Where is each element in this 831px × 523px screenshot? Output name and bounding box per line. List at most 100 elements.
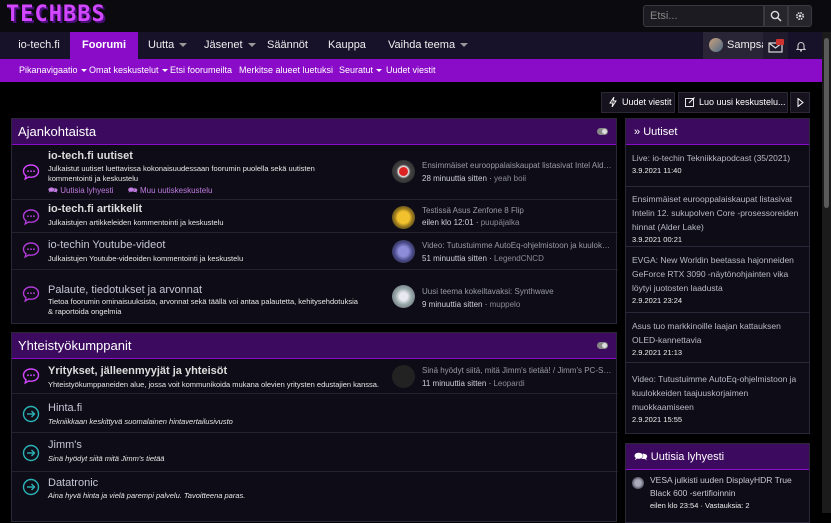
last-post-title[interactable]: Uusi teema kokeiltavaksi: Synthwave [422,287,612,296]
avatar[interactable] [632,477,644,489]
tab-saannot[interactable]: Säännöt [267,32,308,59]
forum-row[interactable]: io-tech.fi artikkelit Julkaistujen artik… [12,201,618,233]
chevron-down-icon [376,69,383,73]
forum-title[interactable]: Hinta.fi [48,402,82,414]
subnav-etsi[interactable]: Etsi foorumeilta [170,59,232,82]
avatar[interactable] [392,365,415,388]
search-icon [770,10,782,22]
forum-title[interactable]: Yritykset, jälleenmyyjät ja yhteisöt [48,365,227,377]
forum-sublinks: 🗪 Uutisia lyhyesti 🗪 Muu uutiskeskustelu [48,185,224,199]
search-input[interactable]: Etsi... [643,5,764,27]
chevron-down-icon [179,43,188,48]
subnav-uudet-viestit[interactable]: Uudet viestit [386,59,436,82]
avatar [709,38,723,52]
forum-title[interactable]: Datatronic [48,477,98,489]
forum-title[interactable]: io-techin Youtube-videot [48,239,165,251]
last-post-title[interactable]: Testissä Asus Zenfone 8 Flip [422,206,612,215]
sidebar-news-widget: » Uutiset Live: io-techin Tekniikkapodca… [625,118,810,434]
main-nav: io-tech.fi Foorumi Uutta Jäsenet Säännöt… [0,32,822,59]
avatar[interactable] [392,285,415,308]
short-news-meta: eilen klo 23:54 · Vastauksia: 2 [650,501,750,510]
inbox-button[interactable] [763,32,788,59]
avatar[interactable] [392,206,415,229]
forum-description: Julkaistujen Youtube-videoiden kommentoi… [48,254,244,263]
tab-vaihda-teema[interactable]: Vaihda teema [388,32,469,59]
forum-title[interactable]: io-tech.fi uutiset [48,150,133,162]
news-title[interactable]: Video: Tutustuimme AutoEq-ohjelmistoon j… [632,372,804,414]
gear-icon [795,11,805,21]
forum-description: Yhteistyökumppaneiden alue, jossa voit k… [48,380,380,389]
news-item[interactable]: Video: Tutustuimme AutoEq-ohjelmistoon j… [626,367,810,433]
news-item[interactable]: Asus tuo markkinoille laajan kattauksen … [626,315,810,363]
new-posts-button[interactable]: Uudet viestit [601,92,675,113]
chat-bubble-icon [22,164,40,181]
news-item[interactable]: Live: io-techin Tekniikkapodcast (35/202… [626,151,810,187]
tab-kauppa[interactable]: Kauppa [328,32,366,59]
tab-jasenet[interactable]: Jäsenet [204,32,256,59]
forum-row[interactable]: Datatronic Aina hyvä hinta ja vielä pare… [12,473,618,513]
last-post-meta: eilen klo 12:01 · puupäjalka [422,218,520,227]
last-post-title[interactable]: Sinä hyödyt siitä, mitä Jimm's tietää! /… [422,366,612,375]
last-post-title[interactable]: Ensimmäiset eurooppalaiskaupat listasiva… [422,161,612,170]
site-logo[interactable]: TECHBBS [6,3,124,27]
short-news-title[interactable]: VESA julkisti uuden DisplayHDR True Blac… [650,474,808,500]
forum-description: Julkaistut uutiset luettavissa kokonaisu… [48,164,315,183]
chevron-down-icon [247,43,256,48]
widget-header[interactable]: 🗪 Uutisia lyhyesti [626,444,809,470]
new-thread-button[interactable]: Luo uusi keskustelu... [678,92,788,113]
avatar[interactable] [392,160,415,183]
search-button[interactable] [764,5,788,27]
subnav-pikanavigaatio[interactable]: Pikanavigaatio [19,59,87,82]
forum-title[interactable]: Palaute, tiedotukset ja arvonnat [48,284,202,296]
collapse-toggle-icon[interactable] [597,342,608,349]
news-title[interactable]: Asus tuo markkinoille laajan kattauksen … [632,319,804,347]
chat-bubble-icon [22,209,40,226]
category-header[interactable]: Yhteistyökumppanit [12,333,616,359]
subnav-seuratut[interactable]: Seuratut [339,59,383,82]
forum-description: Tietoa foorumin ominaisuuksista, arvonna… [48,297,358,316]
sublink-muu-uutiskeskustelu[interactable]: 🗪 Muu uutiskeskustelu [128,186,213,195]
news-item[interactable]: Ensimmäiset eurooppalaiskaupat listasiva… [626,189,810,247]
link-arrow-icon [22,405,40,423]
widget-header[interactable]: » Uutiset [626,119,809,145]
forum-row[interactable]: Yritykset, jälleenmyyjät ja yhteisöt Yht… [12,360,618,394]
caret-right-icon [797,98,804,107]
forum-category-ajankohtaista: Ajankohtaista io-tech.fi uutiset Julkais… [11,118,618,324]
subnav-omat-keskustelut[interactable]: Omat keskustelut [89,59,168,82]
forum-row[interactable]: Jimm's Sinä hyödyt siitä mitä Jimm's tie… [12,434,618,472]
tab-io-tech[interactable]: io-tech.fi [8,32,70,59]
settings-button[interactable] [788,5,812,27]
forum-row[interactable]: io-techin Youtube-videot Julkaistujen Yo… [12,234,618,270]
forum-row[interactable]: io-tech.fi uutiset Julkaistut uutiset lu… [12,146,618,200]
category-header[interactable]: Ajankohtaista [12,119,616,145]
edit-icon [685,97,695,107]
last-post-meta: 9 minuuttia sitten · muppelo [422,300,521,309]
subnav-merkitse-luetuksi[interactable]: Merkitse alueet luetuksi [239,59,333,82]
user-menu-button[interactable]: Sampsa [703,32,767,59]
forum-title[interactable]: io-tech.fi artikkelit [48,203,142,215]
news-title[interactable]: Live: io-techin Tekniikkapodcast (35/202… [632,151,804,165]
news-date: 2.9.2021 23:24 [632,296,683,305]
news-title[interactable]: EVGA: New Worldin beetassa hajonneiden G… [632,253,804,295]
tab-foorumi[interactable]: Foorumi [70,32,138,59]
news-date: 3.9.2021 11:40 [632,166,682,175]
news-date: 3.9.2021 00:21 [632,235,683,244]
forum-title[interactable]: Jimm's [48,439,82,451]
forum-row[interactable]: Palaute, tiedotukset ja arvonnat Tietoa … [12,271,618,324]
forum-description: Aina hyvä hinta ja vielä parempi palvelu… [48,491,246,500]
collapse-toggle-icon[interactable] [597,128,608,135]
forum-row[interactable]: Hinta.fi Tekniikkaan keskittyvä suomalai… [12,395,618,433]
username: Sampsa [727,39,768,51]
news-item[interactable]: EVGA: New Worldin beetassa hajonneiden G… [626,249,810,313]
scrollbar-thumb[interactable] [824,38,829,208]
forum-description: Tekniikkaan keskittyvä suomalainen hinta… [48,417,233,426]
chat-bubble-icon [22,286,40,303]
forum-description: Sinä hyödyt siitä mitä Jimm's tietää [48,454,165,463]
more-actions-button[interactable] [790,92,810,113]
avatar[interactable] [392,240,415,263]
last-post-title[interactable]: Video: Tutustuimme AutoEq-ohjelmistoon j… [422,241,612,250]
tab-uutta[interactable]: Uutta [148,32,188,59]
alerts-button[interactable] [788,32,813,59]
sublink-uutisia-lyhyesti[interactable]: 🗪 Uutisia lyhyesti [48,186,114,195]
news-title[interactable]: Ensimmäiset eurooppalaiskaupat listasiva… [632,192,804,234]
